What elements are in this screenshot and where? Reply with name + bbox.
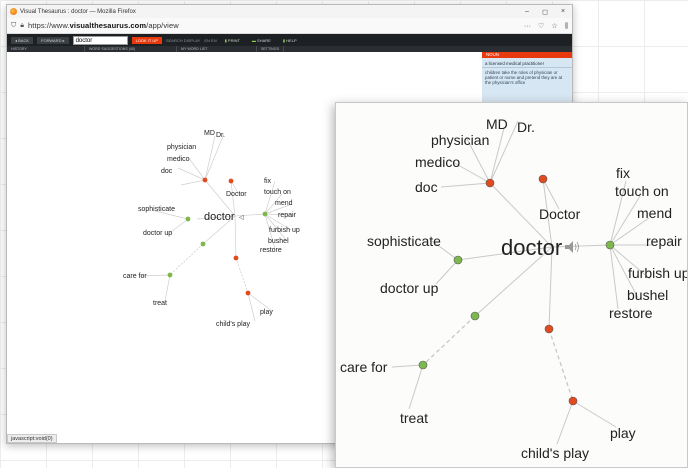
center-word[interactable]: doctor xyxy=(501,235,562,260)
word-dr[interactable]: Dr. xyxy=(216,132,225,139)
word-sophisticate[interactable]: sophisticate xyxy=(138,206,175,213)
share-icon: ▬ xyxy=(251,37,256,43)
word-dr[interactable]: Dr. xyxy=(517,119,535,135)
word-bushel[interactable]: bushel xyxy=(627,287,668,303)
word-repair[interactable]: repair xyxy=(646,233,682,249)
word-restore[interactable]: restore xyxy=(609,305,653,321)
look-it-up-button[interactable]: LOOK IT UP xyxy=(131,36,162,44)
close-button[interactable]: × xyxy=(554,8,572,16)
pocket-icon[interactable]: ♡ xyxy=(538,23,544,30)
center-word[interactable]: doctor xyxy=(204,211,235,223)
word-physician[interactable]: physician xyxy=(431,132,489,148)
shield-icon[interactable]: ⛉ xyxy=(11,22,16,30)
help-icon: ▮ xyxy=(282,37,286,43)
word-play[interactable]: play xyxy=(260,309,273,316)
word-mend[interactable]: mend xyxy=(637,205,672,221)
word-medico[interactable]: medico xyxy=(415,154,460,170)
language-select[interactable]: EN EN xyxy=(204,38,216,43)
word-care-for[interactable]: care for xyxy=(123,273,147,280)
print-icon: ▮ xyxy=(224,37,227,43)
word-childs-play[interactable]: child's play xyxy=(216,321,251,328)
firefox-logo-icon xyxy=(10,8,17,15)
search-input[interactable]: doctor xyxy=(72,35,128,45)
word-doctor-up[interactable]: doctor up xyxy=(143,230,172,237)
word-play[interactable]: play xyxy=(610,425,636,441)
help-button[interactable]: ▮ HELP xyxy=(279,38,301,43)
share-button[interactable]: ▬ SHARE xyxy=(248,38,275,43)
url-text[interactable]: https://www.visualthesaurus.com/app/view xyxy=(28,21,519,30)
word-doctor-up[interactable]: doctor up xyxy=(380,280,439,296)
word-touch-on[interactable]: touch on xyxy=(615,183,669,199)
window-title: Visual Thesaurus : doctor — Mozilla Fire… xyxy=(20,8,136,15)
word-treat[interactable]: treat xyxy=(400,410,428,426)
word-furbish-up[interactable]: furbish up xyxy=(269,227,300,234)
word-medico[interactable]: medico xyxy=(167,156,190,163)
word-bushel[interactable]: bushel xyxy=(268,238,289,245)
thesaurus-graph-zoomed[interactable]: MD Dr. physician medico doc Doctor sophi… xyxy=(336,103,688,468)
maximize-button[interactable]: ◻ xyxy=(536,8,554,16)
word-childs-play[interactable]: child's play xyxy=(521,445,589,461)
minimize-button[interactable]: – xyxy=(518,8,536,16)
word-doctor-noun[interactable]: Doctor xyxy=(226,191,247,198)
zoomed-graph-inset: MD Dr. physician medico doc Doctor sophi… xyxy=(335,102,688,468)
lock-icon[interactable]: 🔒︎ xyxy=(20,22,24,30)
status-bar: javascript:void(0) xyxy=(7,434,57,443)
word-md[interactable]: MD xyxy=(486,116,508,132)
word-mend[interactable]: mend xyxy=(275,200,293,207)
word-care-for[interactable]: care for xyxy=(340,359,388,375)
word-fix[interactable]: fix xyxy=(264,178,272,185)
app-toolbar: ◂ BACK FORWARD ▸ doctor LOOK IT UP SEARC… xyxy=(7,34,572,46)
back-button[interactable]: ◂ BACK xyxy=(11,36,34,44)
word-doc[interactable]: doc xyxy=(415,179,438,195)
search-display-label: SEARCH DISPLAY xyxy=(165,37,201,43)
word-furbish-up[interactable]: furbish up xyxy=(628,265,688,281)
word-doc[interactable]: doc xyxy=(161,168,173,175)
forward-button[interactable]: FORWARD ▸ xyxy=(37,36,69,44)
word-sophisticate[interactable]: sophisticate xyxy=(367,233,441,249)
word-restore[interactable]: restore xyxy=(260,247,282,254)
address-bar[interactable]: ⛉ 🔒︎ https://www.visualthesaurus.com/app… xyxy=(7,18,572,34)
print-button[interactable]: ▮ PRINT xyxy=(221,38,244,43)
word-repair[interactable]: repair xyxy=(278,212,297,219)
library-icon[interactable]: ⫼ xyxy=(565,23,568,30)
title-bar: Visual Thesaurus : doctor — Mozilla Fire… xyxy=(7,5,572,18)
more-icon[interactable]: ··· xyxy=(524,23,531,30)
speaker-icon[interactable]: ◁ xyxy=(239,215,244,221)
speaker-icon[interactable] xyxy=(565,241,579,253)
word-md[interactable]: MD xyxy=(204,130,215,137)
word-doctor-noun[interactable]: Doctor xyxy=(539,206,581,222)
bookmark-star-icon[interactable]: ☆ xyxy=(551,23,557,30)
word-treat[interactable]: treat xyxy=(153,300,167,307)
word-touch-on[interactable]: touch on xyxy=(264,189,291,196)
word-physician[interactable]: physician xyxy=(167,144,196,151)
word-fix[interactable]: fix xyxy=(616,165,630,181)
